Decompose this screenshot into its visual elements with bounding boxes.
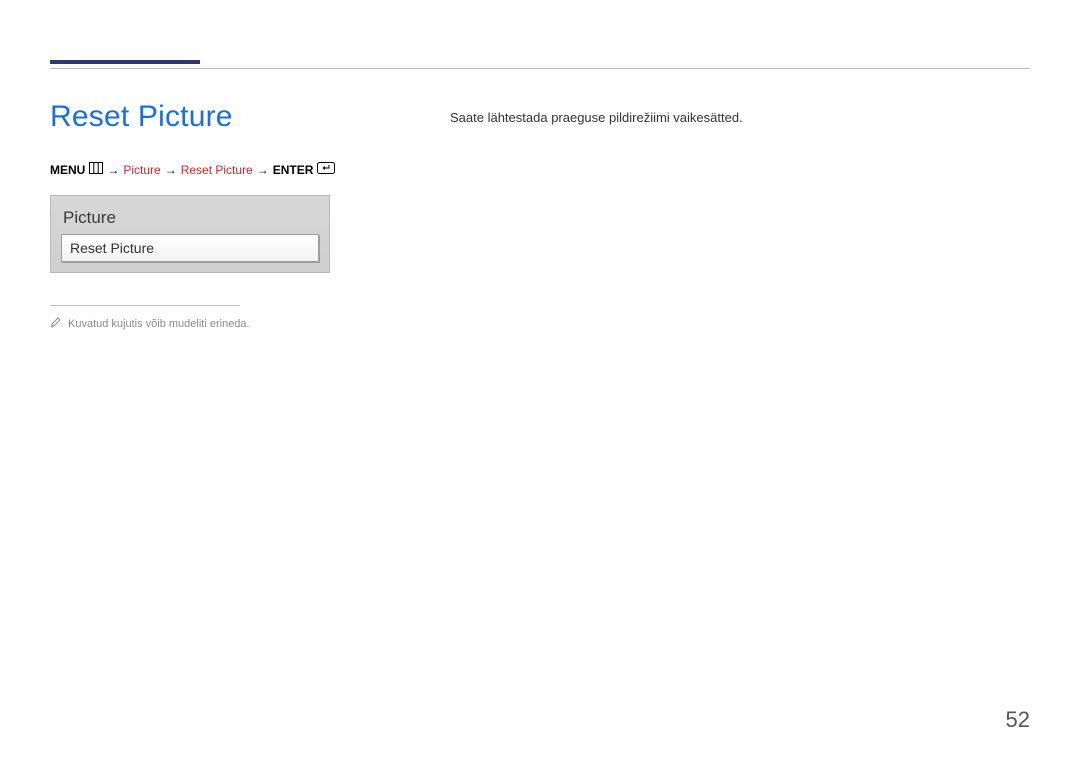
menu-item-reset-picture[interactable]: Reset Picture (61, 234, 319, 262)
page-number: 52 (1006, 707, 1030, 733)
menu-panel-header: Picture (61, 204, 319, 234)
breadcrumb-arrow-2: → (165, 163, 177, 177)
enter-icon (317, 162, 335, 177)
breadcrumb-picture: Picture (123, 163, 160, 177)
breadcrumb-arrow-1: → (107, 163, 119, 177)
menu-panel: Picture Reset Picture (50, 195, 330, 273)
pencil-icon (50, 316, 62, 331)
footnote-divider (50, 305, 240, 306)
top-divider (50, 68, 1030, 69)
top-accent-bar (50, 60, 200, 64)
page-title: Reset Picture (50, 100, 420, 134)
breadcrumb-reset-picture: Reset Picture (181, 163, 253, 177)
right-column: Saate lähtestada praeguse pildirežiimi v… (450, 100, 1030, 331)
breadcrumb-enter-label: ENTER (273, 163, 314, 177)
description-text: Saate lähtestada praeguse pildirežiimi v… (450, 110, 1030, 125)
breadcrumb-arrow-3: → (257, 163, 269, 177)
breadcrumb: MENU → Picture → Reset Picture → ENTER (50, 162, 420, 177)
page-root: Reset Picture MENU → Picture → Reset Pic… (0, 0, 1080, 763)
top-rule-area (50, 50, 1030, 70)
footnote-text: Kuvatud kujutis võib mudeliti erineda. (68, 318, 250, 330)
breadcrumb-menu-label: MENU (50, 163, 85, 177)
content-row: Reset Picture MENU → Picture → Reset Pic… (50, 100, 1030, 331)
left-column: Reset Picture MENU → Picture → Reset Pic… (50, 100, 450, 331)
footnote: Kuvatud kujutis võib mudeliti erineda. (50, 316, 420, 331)
menu-grid-icon (89, 162, 103, 177)
